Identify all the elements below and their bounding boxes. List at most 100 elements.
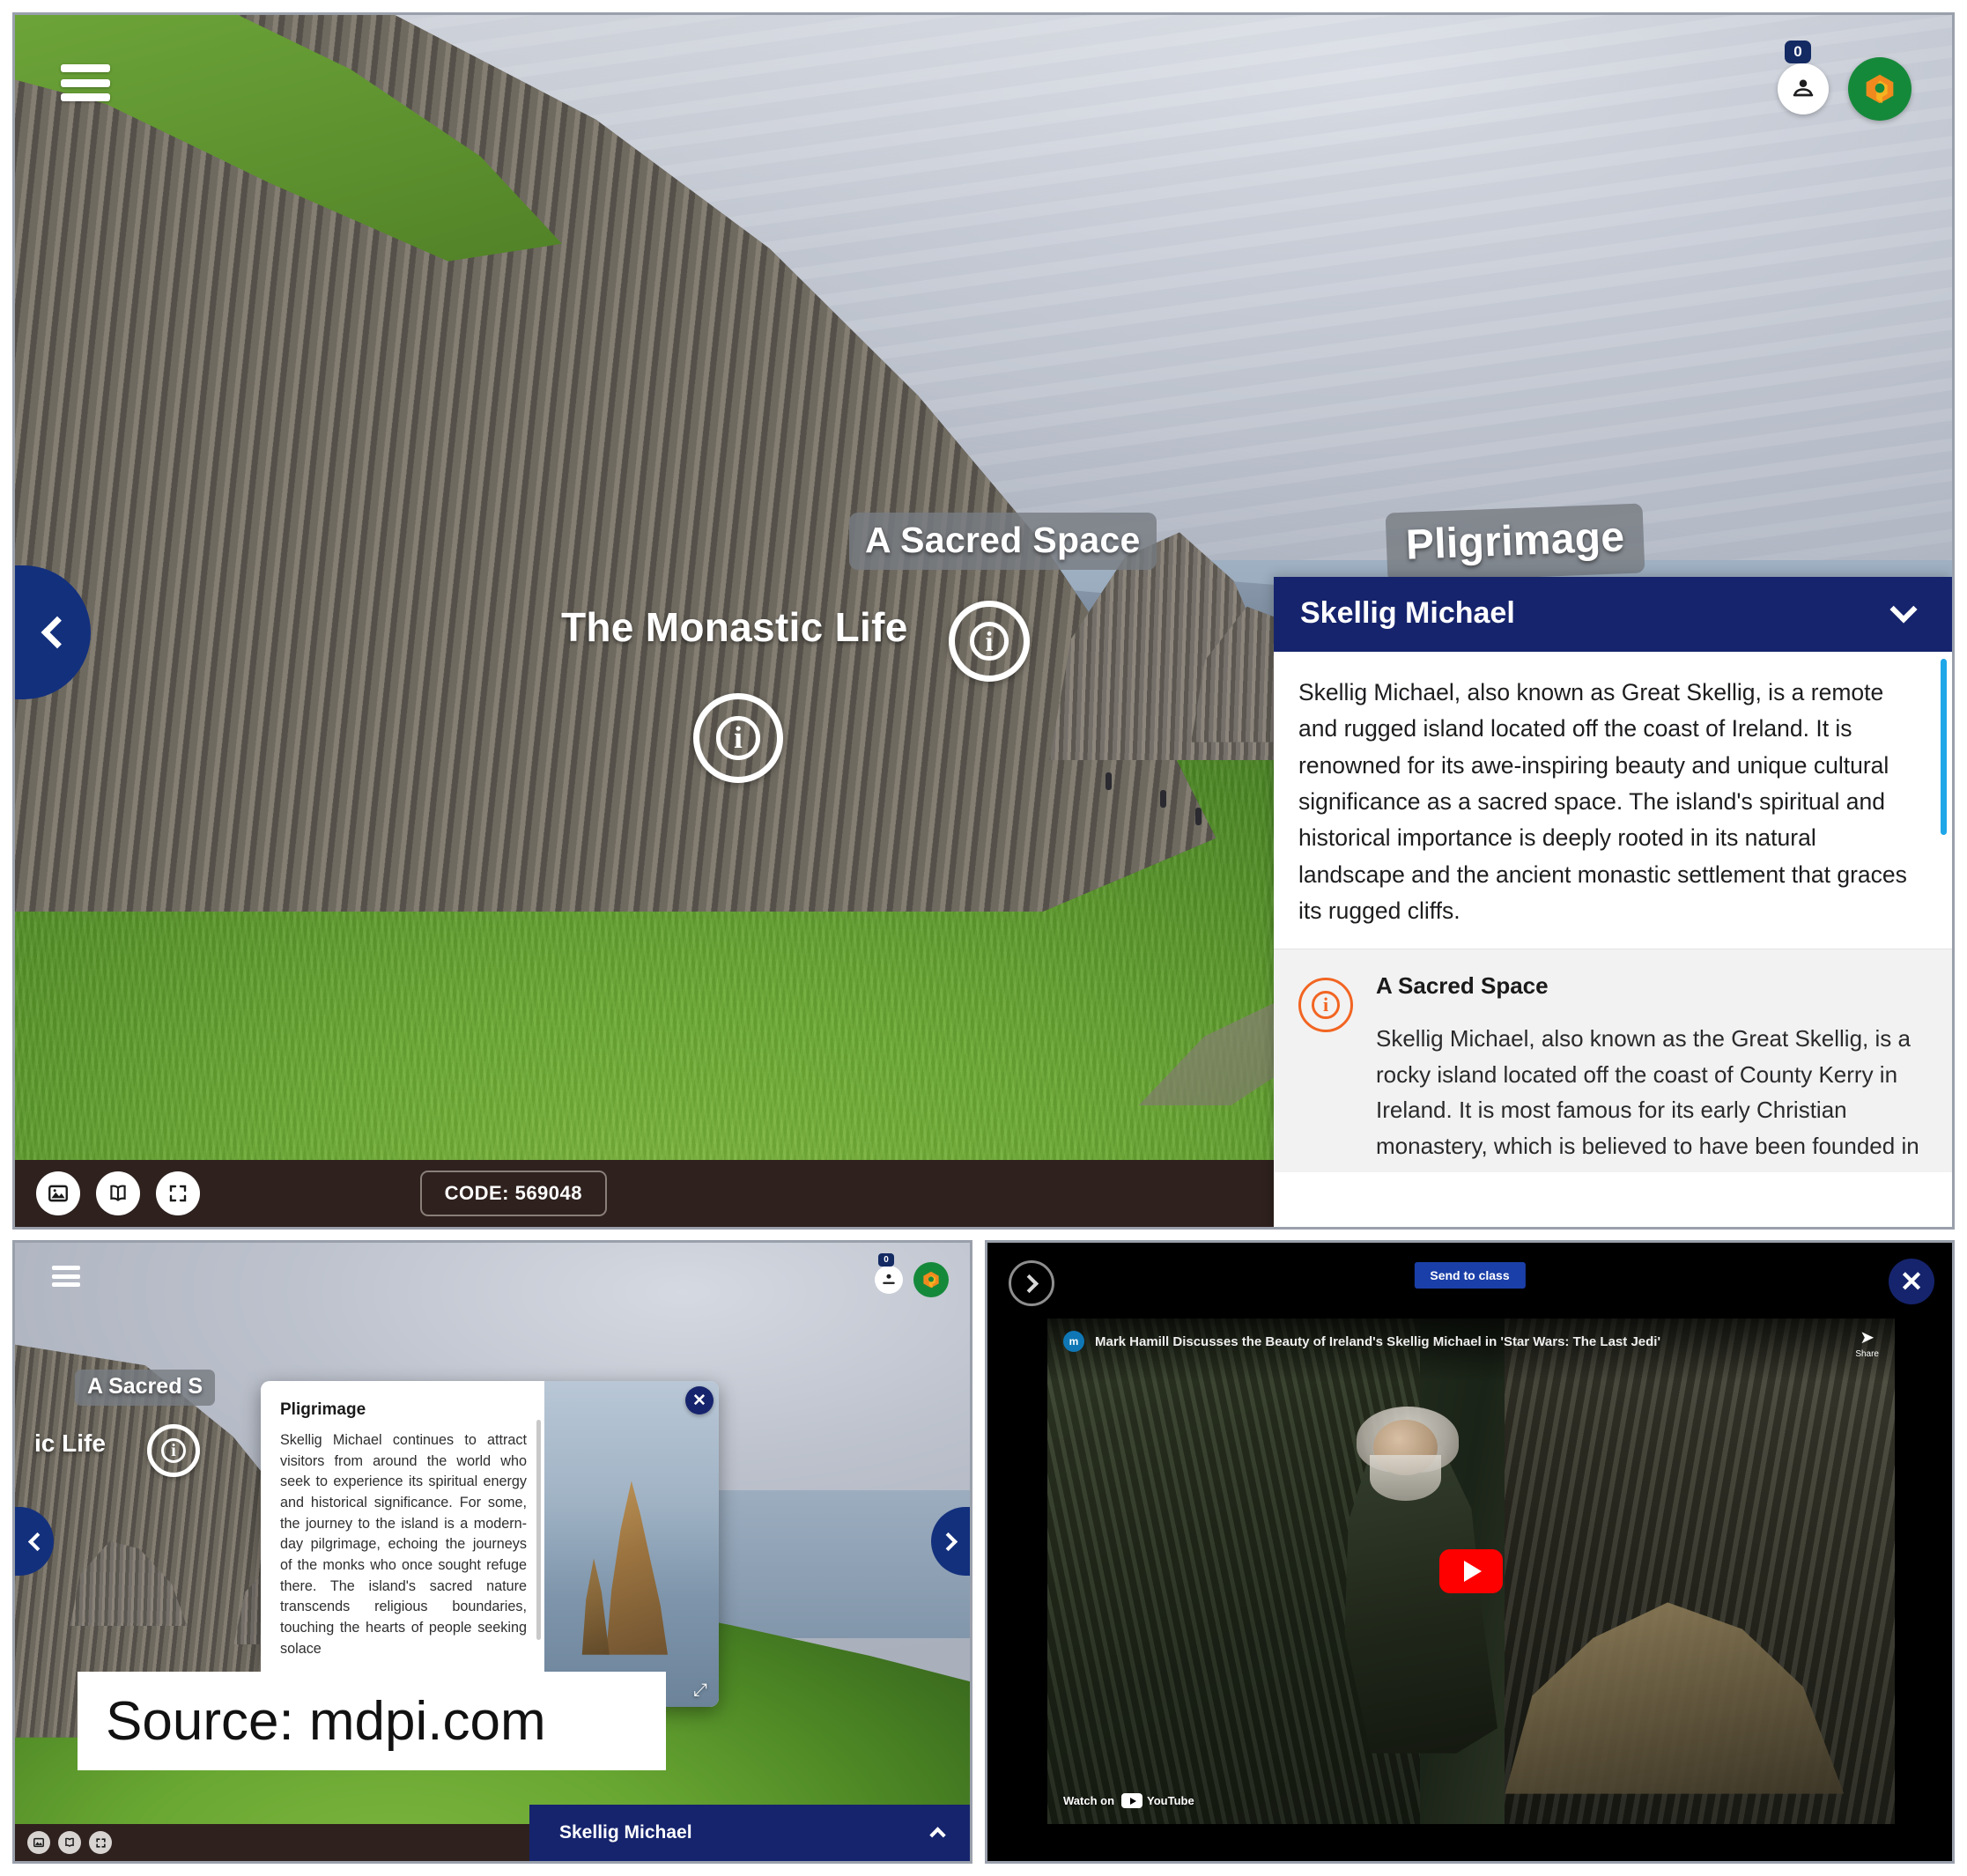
source-watermark: Source: mdpi.com (78, 1672, 666, 1770)
scene-label-monastic-life[interactable]: The Monastic Life (561, 603, 908, 651)
visitor-figure (1195, 808, 1202, 825)
participant-count-badge: 0 (1785, 41, 1811, 63)
chevron-right-icon (938, 1532, 958, 1551)
info-hotspot-monastic-life[interactable]: i (693, 693, 783, 783)
hotspot-entry-body: Skellig Michael, also known as the Great… (1376, 1025, 1919, 1159)
info-glyph: i (161, 1438, 186, 1463)
chevron-down-icon[interactable] (1889, 595, 1918, 624)
visitor-figure (1160, 790, 1166, 808)
info-panel-body: Skellig Michael, also known as Great Ske… (1274, 652, 1952, 1227)
bl-scene-label-monastic-life[interactable]: ic Life (34, 1429, 106, 1458)
bl-menu-icon[interactable] (52, 1266, 80, 1287)
menu-bar (52, 1266, 80, 1270)
youtube-play-icon (1121, 1793, 1143, 1808)
info-glyph: i (970, 622, 1009, 661)
info-side-panel: Skellig Michael Skellig Michael, also kn… (1274, 577, 1952, 1227)
menu-bar (52, 1274, 80, 1279)
popup-body-text: Skellig Michael continues to attract vis… (280, 1432, 527, 1657)
scene-label-pilgrimage[interactable]: Pligrimage (1385, 503, 1645, 583)
bl-participant-count-badge: 0 (878, 1253, 894, 1267)
book-icon (110, 1185, 126, 1201)
brand-hexagon-icon (1866, 74, 1894, 104)
youtube-top-overlay: m Mark Hamill Discusses the Beauty of Ir… (1047, 1318, 1895, 1382)
youtube-embed[interactable]: m Mark Hamill Discusses the Beauty of Ir… (1047, 1318, 1895, 1824)
hotspot-popup-card: Pligrimage Skellig Michael continues to … (261, 1381, 719, 1707)
youtube-wordmark: YouTube (1147, 1794, 1194, 1807)
panoramic-viewer-panel: 0 A Sacred Space The Monastic Life Pligr… (12, 12, 1955, 1230)
book-icon (65, 1837, 74, 1848)
actor-beard (1369, 1454, 1442, 1501)
watch-on-youtube-link[interactable]: Watch on YouTube (1063, 1793, 1194, 1808)
chevron-left-icon (27, 1532, 47, 1551)
popup-image: ⤢ (544, 1381, 719, 1707)
video-modal-panel: Send to class ✕ m Mark Hamill Discusses … (985, 1240, 1955, 1864)
menu-bar (52, 1282, 80, 1287)
bl-fullscreen-button[interactable] (89, 1831, 112, 1854)
menu-bar (61, 78, 110, 87)
hotspot-entry-icon: i (1298, 978, 1353, 1033)
person-icon (1793, 79, 1814, 97)
watch-on-label: Watch on (1063, 1794, 1115, 1807)
chevron-right-icon (1019, 1274, 1039, 1293)
bl-story-book-button[interactable] (58, 1831, 81, 1854)
bl-gallery-button[interactable] (27, 1831, 50, 1854)
source-watermark-text: Source: mdpi.com (106, 1690, 546, 1752)
scene-label-sacred-space[interactable]: A Sacred Space (849, 513, 1157, 570)
screenshot-root: 0 A Sacred Space The Monastic Life Pligr… (0, 0, 1967, 1876)
fullscreen-icon (95, 1837, 106, 1848)
info-panel-intro-text: Skellig Michael, also known as Great Ske… (1298, 679, 1907, 924)
bl-top-right-controls: 0 (875, 1253, 949, 1297)
youtube-logo: YouTube (1121, 1793, 1194, 1808)
gallery-icon (33, 1837, 44, 1848)
gallery-icon (48, 1185, 68, 1202)
bl-collapsed-panel-title: Skellig Michael (559, 1822, 692, 1843)
bl-presenter-avatar-button[interactable]: 0 (875, 1253, 903, 1294)
youtube-video-title[interactable]: Mark Hamill Discusses the Beauty of Irel… (1095, 1331, 1660, 1349)
top-right-controls: 0 (1778, 41, 1912, 121)
youtube-play-button[interactable] (1439, 1549, 1503, 1593)
info-panel-entry[interactable]: i A Sacred Space Skellig Michael, also k… (1274, 949, 1952, 1173)
hotspot-entry-content: A Sacred Space Skellig Michael, also kno… (1376, 972, 1920, 1163)
youtube-share-button[interactable]: ➤ Share (1855, 1329, 1879, 1359)
info-hotspot-sacred-space[interactable]: i (949, 601, 1030, 682)
visitor-figure (1106, 772, 1112, 790)
popup-close-button[interactable]: ✕ (685, 1386, 714, 1414)
story-book-button[interactable] (96, 1171, 140, 1215)
info-glyph: i (1312, 991, 1340, 1020)
hotspot-entry-title: A Sacred Space (1376, 972, 1549, 1000)
youtube-logo-triangle (1129, 1797, 1136, 1805)
session-code-badge[interactable]: CODE: 569048 (419, 1171, 607, 1216)
bl-scene-label-sacred-space[interactable]: A Sacred S (75, 1370, 216, 1406)
chevron-left-icon (41, 616, 74, 649)
brand-logo-button[interactable] (1848, 57, 1912, 121)
menu-icon[interactable] (61, 64, 110, 101)
info-panel-header[interactable]: Skellig Michael (1274, 577, 1952, 652)
bl-brand-logo-button[interactable] (913, 1262, 949, 1297)
menu-bar (61, 93, 110, 101)
popup-scrollbar[interactable] (536, 1420, 541, 1640)
info-panel-title: Skellig Michael (1300, 596, 1515, 630)
close-modal-button[interactable]: ✕ (1889, 1259, 1934, 1304)
info-glyph: i (716, 716, 760, 760)
popup-resize-handle[interactable]: ⤢ (689, 1679, 712, 1702)
presenter-avatar-button[interactable]: 0 (1778, 41, 1829, 114)
menu-bar (61, 64, 110, 72)
person-icon (883, 1274, 895, 1284)
fullscreen-button[interactable] (156, 1171, 200, 1215)
youtube-channel-avatar[interactable]: m (1063, 1331, 1084, 1352)
info-panel-scrollbar[interactable] (1941, 659, 1947, 835)
popup-text-column: Pligrimage Skellig Michael continues to … (261, 1381, 544, 1707)
send-to-class-button[interactable]: Send to class (1414, 1262, 1526, 1289)
share-label: Share (1855, 1349, 1879, 1359)
fullscreen-icon (169, 1185, 187, 1202)
chevron-up-icon[interactable] (929, 1826, 946, 1843)
bl-collapsed-info-panel[interactable]: Skellig Michael (529, 1805, 970, 1861)
bl-info-hotspot[interactable]: i (147, 1424, 200, 1477)
brand-hexagon-icon (923, 1271, 939, 1289)
play-triangle-icon (1464, 1561, 1482, 1582)
popup-title: Pligrimage (280, 1400, 366, 1419)
viewer-bottom-toolbar: CODE: 569048 (15, 1160, 1280, 1227)
share-icon: ➤ (1860, 1328, 1875, 1348)
gallery-button[interactable] (36, 1171, 80, 1215)
next-media-button[interactable] (1009, 1260, 1054, 1306)
